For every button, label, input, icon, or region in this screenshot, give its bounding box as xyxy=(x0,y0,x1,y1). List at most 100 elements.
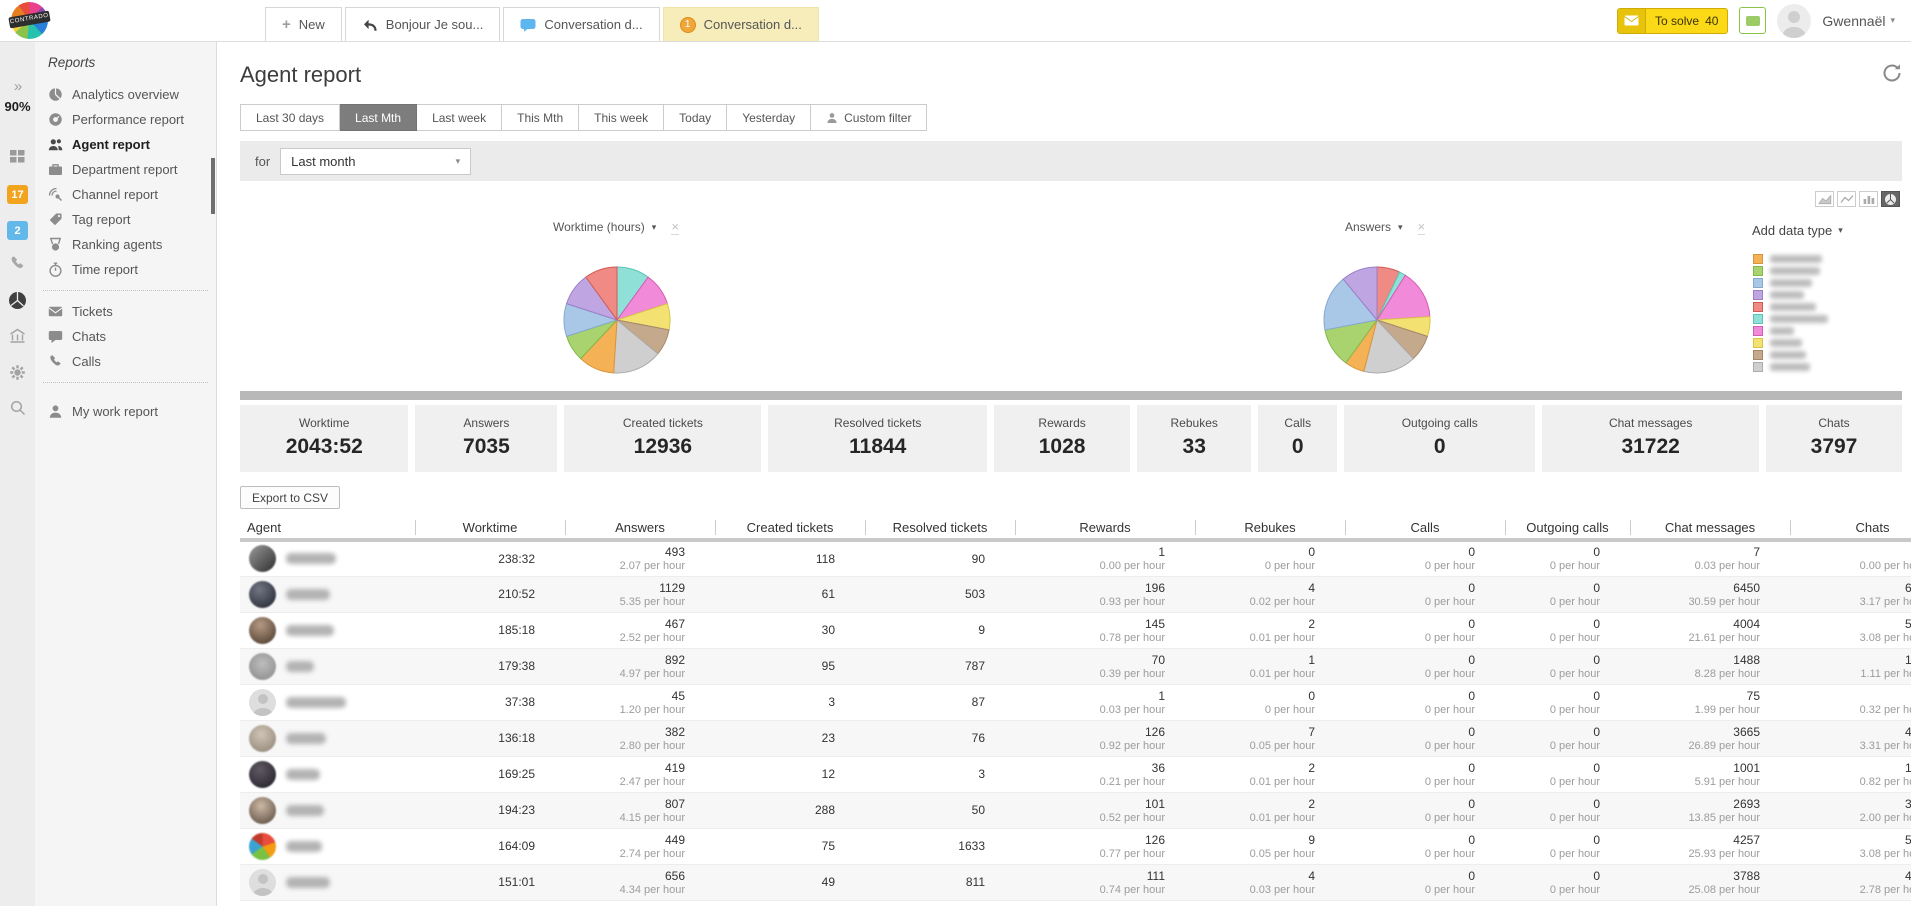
column-header-answers[interactable]: Answers xyxy=(565,517,715,540)
refresh-icon[interactable] xyxy=(1881,62,1903,89)
column-header-outgoing-calls[interactable]: Outgoing calls xyxy=(1505,517,1630,540)
table-row[interactable]: 179:388924.97 per hour95787700.39 per ho… xyxy=(240,648,1911,684)
table-row[interactable]: 210:5211295.35 per hour615031960.93 per … xyxy=(240,576,1911,612)
sidebar-item-time-report[interactable]: Time report xyxy=(35,257,216,282)
table-row[interactable]: 169:254192.47 per hour123360.21 per hour… xyxy=(240,756,1911,792)
column-header-chat-messages[interactable]: Chat messages xyxy=(1630,517,1790,540)
topbar-tab[interactable]: 1Conversation d... xyxy=(663,7,819,41)
legend-item-red[interactable] xyxy=(1753,301,1828,313)
sidebar-item-agent-report[interactable]: Agent report xyxy=(35,132,216,157)
filter-tab-last-week[interactable]: Last week xyxy=(417,104,502,131)
person-icon xyxy=(826,112,838,124)
legend-item-cyan[interactable] xyxy=(1753,313,1828,325)
filter-tab-yesterday[interactable]: Yesterday xyxy=(727,104,811,131)
export-csv-button[interactable]: Export to CSV xyxy=(240,486,340,509)
search-icon[interactable] xyxy=(0,400,35,421)
sidebar-item-calls[interactable]: Calls xyxy=(35,349,216,374)
value-cell: 10.00 per hour xyxy=(1015,540,1195,576)
filter-tab-this-week[interactable]: This week xyxy=(579,104,664,131)
to-solve-button[interactable]: To solve 40 xyxy=(1617,8,1728,34)
column-header-resolved-tickets[interactable]: Resolved tickets xyxy=(865,517,1015,540)
legend-item-orange[interactable] xyxy=(1753,253,1828,265)
calls-rail-icon[interactable] xyxy=(0,255,35,277)
table-row[interactable]: 194:238074.15 per hour288501010.52 per h… xyxy=(240,792,1911,828)
legend-item-green[interactable] xyxy=(1753,265,1828,277)
topbar-tab[interactable]: +New xyxy=(265,7,342,41)
legend-item-gray[interactable] xyxy=(1753,361,1828,373)
dashboard-grid-icon[interactable] xyxy=(0,150,35,168)
value-cell: 400421.61 per hour xyxy=(1630,612,1790,648)
sidebar-item-my-work-report[interactable]: My work report xyxy=(35,399,216,424)
column-header-chats[interactable]: Chats xyxy=(1790,517,1911,540)
area-chart-icon[interactable] xyxy=(1815,191,1834,207)
line-chart-icon[interactable] xyxy=(1837,191,1856,207)
filter-tab-last-mth[interactable]: Last Mth xyxy=(340,104,417,131)
zoom-level-label[interactable]: 90% xyxy=(0,99,35,114)
add-data-type-button[interactable]: Add data type ▾ xyxy=(1752,223,1843,238)
value-cell: 1260.92 per hour xyxy=(1015,720,1195,756)
column-header-created-tickets[interactable]: Created tickets xyxy=(715,517,865,540)
table-row[interactable]: 151:016564.34 per hour498111110.74 per h… xyxy=(240,864,1911,900)
topbar-tab[interactable]: Conversation d... xyxy=(503,7,659,41)
cell-value: 1633 xyxy=(865,839,985,853)
cell-rate: 0.92 per hour xyxy=(1015,740,1165,752)
sidebar-item-analytics-overview[interactable]: Analytics overview xyxy=(35,82,216,107)
value-cell: 1991.11 per hour xyxy=(1790,648,1911,684)
expand-rail-icon[interactable]: » xyxy=(0,78,35,95)
filter-tab-this-mth[interactable]: This Mth xyxy=(502,104,579,131)
close-icon[interactable]: × xyxy=(1418,219,1426,235)
table-row[interactable]: 37:38451.20 per hour38710.03 per hour00 … xyxy=(240,684,1911,720)
organization-rail-icon[interactable] xyxy=(0,328,35,349)
table-row[interactable]: 185:184672.52 per hour3091450.78 per hou… xyxy=(240,612,1911,648)
column-header-rewards[interactable]: Rewards xyxy=(1015,517,1195,540)
settings-gear-icon[interactable] xyxy=(0,364,35,386)
reports-rail-icon-active[interactable] xyxy=(0,291,35,315)
column-header-calls[interactable]: Calls xyxy=(1345,517,1505,540)
tickets-count-badge[interactable]: 17 xyxy=(0,185,35,204)
legend-item-magenta[interactable] xyxy=(1753,325,1828,337)
sidebar-item-tag-report[interactable]: Tag report xyxy=(35,207,216,232)
sidebar-item-ranking-agents[interactable]: Ranking agents xyxy=(35,232,216,257)
filter-tab-label: Last week xyxy=(432,111,486,125)
value-cell: 00 per hour xyxy=(1345,720,1505,756)
filter-tab-today[interactable]: Today xyxy=(664,104,727,131)
column-header-worktime[interactable]: Worktime xyxy=(415,517,565,540)
period-select[interactable]: Last month ▾ xyxy=(280,148,471,175)
avatar xyxy=(249,869,276,896)
column-header-agent[interactable]: Agent xyxy=(240,517,415,540)
sidebar-item-label: Tickets xyxy=(72,304,113,319)
app-logo[interactable]: CONTRADO xyxy=(11,2,48,39)
value-cell: 366526.89 per hour xyxy=(1630,720,1790,756)
table-row[interactable]: 164:094492.74 per hour7516331260.77 per … xyxy=(240,828,1911,864)
caret-down-icon[interactable]: ▾ xyxy=(652,222,657,233)
chats-count-badge[interactable]: 2 xyxy=(0,221,35,240)
sidebar-item-department-report[interactable]: Department report xyxy=(35,157,216,182)
sidebar-item-channel-report[interactable]: Channel report xyxy=(35,182,216,207)
filter-tab-last-30-days[interactable]: Last 30 days xyxy=(240,104,340,131)
cell-value: 126 xyxy=(1015,833,1165,847)
cell-value: 807 xyxy=(565,797,685,811)
legend-item-brown[interactable] xyxy=(1753,349,1828,361)
table-row[interactable]: 136:183822.80 per hour23761260.92 per ho… xyxy=(240,720,1911,756)
cell-rate: 0.74 per hour xyxy=(1015,884,1165,896)
table-row[interactable]: 238:324932.07 per hour1189010.00 per hou… xyxy=(240,540,1911,576)
pie-chart-icon[interactable] xyxy=(1881,191,1900,207)
sidebar-item-tickets[interactable]: Tickets xyxy=(35,299,216,324)
legend-item-purple[interactable] xyxy=(1753,289,1828,301)
chat-status-button[interactable] xyxy=(1739,7,1766,34)
user-avatar[interactable] xyxy=(1777,4,1811,38)
legend-item-yellow[interactable] xyxy=(1753,337,1828,349)
column-header-rebukes[interactable]: Rebukes xyxy=(1195,517,1345,540)
close-icon[interactable]: × xyxy=(671,219,679,235)
caret-down-icon[interactable]: ▾ xyxy=(1398,222,1403,233)
topbar-tab[interactable]: Bonjour Je sou... xyxy=(345,7,501,41)
sidebar-scrollbar[interactable] xyxy=(211,158,215,214)
cell-rate: 0 per hour xyxy=(1505,560,1600,572)
bar-chart-icon[interactable] xyxy=(1859,191,1878,207)
horizontal-scrollbar[interactable] xyxy=(240,391,1902,400)
sidebar-item-performance-report[interactable]: Performance report xyxy=(35,107,216,132)
user-menu[interactable]: Gwennaël ▾ xyxy=(1822,13,1895,29)
filter-tab-custom-filter[interactable]: Custom filter xyxy=(811,104,927,131)
sidebar-item-chats[interactable]: Chats xyxy=(35,324,216,349)
legend-item-blue[interactable] xyxy=(1753,277,1828,289)
